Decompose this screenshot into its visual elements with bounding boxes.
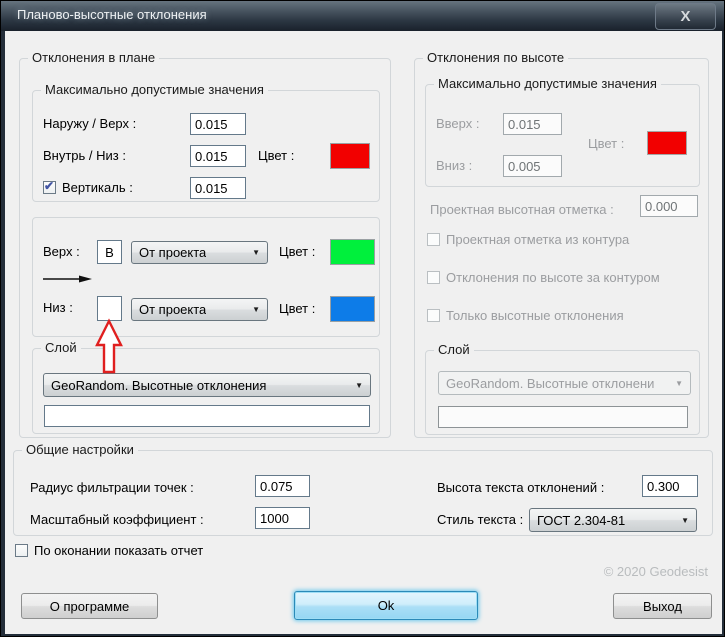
chevron-down-icon: ▼ bbox=[246, 248, 260, 257]
vertical-label: Вертикаль : bbox=[62, 177, 133, 199]
group-plan-layer: Слой GeoRandom. Высотные отклонения ▼ bbox=[32, 348, 380, 434]
exit-button-label: Выход bbox=[643, 599, 682, 614]
down-mode-value: От проекта bbox=[139, 302, 206, 317]
group-height-max-title: Максимально допустимые значения bbox=[434, 76, 661, 91]
height-layer-combobox: GeoRandom. Высотные отклонени ▼ bbox=[438, 371, 691, 395]
filter-radius-label: Радиус фильтрации точек : bbox=[30, 477, 194, 499]
vertical-checkbox[interactable] bbox=[43, 181, 56, 194]
chevron-down-icon: ▼ bbox=[669, 379, 683, 388]
contour-elevation-checkbox bbox=[427, 233, 440, 246]
elevation-label: Проектная высотная отметка : bbox=[430, 199, 614, 221]
height-up-label: Вверх : bbox=[436, 113, 479, 135]
plan-layer-title: Слой bbox=[41, 340, 81, 355]
down-label: Низ : bbox=[43, 297, 73, 319]
inward-label: Внутрь / Низ : bbox=[43, 145, 126, 167]
up-color-label: Цвет : bbox=[279, 241, 315, 263]
up-prefix-input[interactable] bbox=[97, 240, 122, 264]
window-title: Планово-высотные отклонения bbox=[17, 7, 207, 22]
close-icon: X bbox=[680, 8, 690, 25]
height-color-label: Цвет : bbox=[588, 133, 624, 155]
down-color-label: Цвет : bbox=[279, 298, 315, 320]
right-arrow-icon bbox=[43, 273, 93, 285]
group-plan-max-title: Максимально допустимые значения bbox=[41, 82, 268, 97]
group-plan-title: Отклонения в плане bbox=[28, 50, 159, 65]
scale-factor-input[interactable] bbox=[255, 507, 310, 529]
title-bar: Планово-высотные отклонения X bbox=[1, 1, 724, 31]
dialog-client-area: Отклонения в плане Максимально допустимы… bbox=[5, 31, 722, 634]
plan-color-label: Цвет : bbox=[258, 145, 294, 167]
dialog-window: Планово-высотные отклонения X Отклонения… bbox=[0, 0, 725, 637]
plan-layer-value: GeoRandom. Высотные отклонения bbox=[51, 378, 266, 393]
plan-layer-input[interactable] bbox=[44, 405, 370, 427]
group-height-layer: Слой GeoRandom. Высотные отклонени ▼ bbox=[425, 350, 700, 435]
up-mode-value: От проекта bbox=[139, 245, 206, 260]
up-mode-combobox[interactable]: От проекта ▼ bbox=[131, 241, 268, 264]
show-report-checkbox[interactable] bbox=[15, 544, 28, 557]
group-height-max-values: Максимально допустимые значения Вверх : … bbox=[425, 84, 700, 187]
down-mode-combobox[interactable]: От проекта ▼ bbox=[131, 298, 268, 321]
vertical-input[interactable] bbox=[190, 177, 246, 199]
height-only-label: Только высотные отклонения bbox=[446, 305, 624, 327]
up-arrow-annotation-icon bbox=[94, 318, 124, 374]
show-report-label: По оконании показать отчет bbox=[34, 540, 203, 562]
height-color-swatch bbox=[647, 131, 687, 155]
text-height-label: Высота текста отклонений : bbox=[437, 477, 604, 499]
height-up-input bbox=[503, 113, 562, 135]
text-style-value: ГОСТ 2.304-81 bbox=[537, 513, 625, 528]
height-layer-title: Слой bbox=[434, 342, 474, 357]
close-button[interactable]: X bbox=[655, 3, 716, 30]
about-button-label: О программе bbox=[50, 599, 130, 614]
height-down-label: Вниз : bbox=[436, 155, 472, 177]
text-style-combobox[interactable]: ГОСТ 2.304-81 ▼ bbox=[529, 508, 697, 532]
group-general-title: Общие настройки bbox=[22, 442, 138, 457]
copyright-text: © 2020 Geodesist bbox=[604, 564, 708, 579]
up-label: Верх : bbox=[43, 241, 80, 263]
outward-label: Наружу / Верх : bbox=[43, 113, 136, 135]
height-only-checkbox bbox=[427, 309, 440, 322]
group-plan-updown: Верх : От проекта ▼ Цвет : Низ : bbox=[32, 217, 380, 337]
ok-button-label: Ok bbox=[378, 598, 395, 613]
up-color-swatch[interactable] bbox=[330, 239, 375, 265]
scale-factor-label: Масштабный коэффициент : bbox=[30, 509, 204, 531]
inward-input[interactable] bbox=[190, 145, 246, 167]
down-color-swatch[interactable] bbox=[330, 296, 375, 322]
group-plan-deviations: Отклонения в плане Максимально допустимы… bbox=[19, 58, 391, 438]
ok-button[interactable]: Ok bbox=[294, 591, 478, 620]
text-style-label: Стиль текста : bbox=[437, 509, 523, 531]
outward-input[interactable] bbox=[190, 113, 246, 135]
plan-layer-combobox[interactable]: GeoRandom. Высотные отклонения ▼ bbox=[43, 373, 371, 397]
outside-contour-label: Отклонения по высоте за контуром bbox=[446, 267, 660, 289]
group-plan-max-values: Максимально допустимые значения Наружу /… bbox=[32, 90, 380, 202]
text-height-input[interactable] bbox=[642, 475, 698, 497]
height-layer-value: GeoRandom. Высотные отклонени bbox=[446, 376, 654, 391]
about-button[interactable]: О программе bbox=[21, 593, 158, 619]
plan-max-color-swatch[interactable] bbox=[330, 143, 370, 169]
exit-button[interactable]: Выход bbox=[613, 593, 712, 619]
chevron-down-icon: ▼ bbox=[349, 381, 363, 390]
height-down-input bbox=[503, 155, 562, 177]
chevron-down-icon: ▼ bbox=[246, 305, 260, 314]
group-height-title: Отклонения по высоте bbox=[423, 50, 568, 65]
chevron-down-icon: ▼ bbox=[675, 516, 689, 525]
outside-contour-checkbox bbox=[427, 271, 440, 284]
contour-elevation-label: Проектная отметка из контура bbox=[446, 229, 629, 251]
filter-radius-input[interactable] bbox=[255, 475, 310, 497]
height-layer-input bbox=[438, 406, 688, 428]
group-height-deviations: Отклонения по высоте Максимально допусти… bbox=[414, 58, 709, 438]
elevation-input bbox=[640, 195, 698, 217]
group-general-settings: Общие настройки Радиус фильтрации точек … bbox=[13, 450, 713, 536]
